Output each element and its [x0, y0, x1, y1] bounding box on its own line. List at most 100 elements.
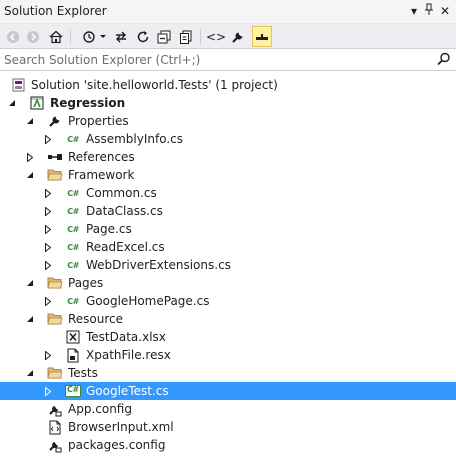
solution-tree: Solution 'site.helloworld.Tests' (1 proj… — [0, 76, 456, 457]
collapsed-arrow-icon[interactable] — [42, 220, 54, 238]
csharp-file-icon: C# — [65, 383, 81, 399]
tree-item-file[interactable]: XpathFile.resx — [0, 346, 456, 364]
expanded-arrow-icon[interactable] — [6, 94, 18, 112]
xml-file-icon — [47, 419, 63, 435]
collapse-all-icon[interactable] — [155, 27, 173, 46]
tree-item-label: Page.cs — [86, 222, 132, 236]
tree-item-label: GoogleHomePage.cs — [86, 294, 210, 308]
csharp-file-icon: C# — [67, 134, 79, 144]
tree-item-file[interactable]: packages.config — [0, 436, 456, 454]
excel-file-icon — [65, 329, 81, 345]
tree-item-folder[interactable]: Framework — [0, 166, 456, 184]
toolbar: <> — [0, 24, 456, 49]
filter-dropdown-icon[interactable] — [100, 35, 106, 38]
tree-item-file[interactable]: C# WebDriverExtensions.cs — [0, 256, 456, 274]
toolbar-separator — [70, 29, 71, 44]
tree-item-label: Common.cs — [86, 186, 157, 200]
tree-item-file[interactable]: C# DataClass.cs — [0, 202, 456, 220]
panel-title: Solution Explorer — [4, 4, 107, 18]
config-file-icon — [47, 437, 63, 453]
folder-open-icon — [47, 365, 63, 381]
tree-item-label: DataClass.cs — [86, 204, 163, 218]
pin-icon[interactable] — [421, 3, 437, 19]
csharp-file-icon: C# — [67, 188, 79, 198]
collapsed-arrow-icon[interactable] — [42, 382, 54, 400]
search-input[interactable]: Search Solution Explorer (Ctrl+;) — [4, 53, 200, 67]
properties-icon[interactable] — [229, 27, 247, 46]
close-icon[interactable]: ✕ — [437, 3, 453, 19]
search-box[interactable]: Search Solution Explorer (Ctrl+;) — [0, 49, 456, 71]
solution-icon — [11, 77, 27, 93]
tree-item-folder[interactable]: Tests — [0, 364, 456, 382]
show-all-files-icon[interactable] — [177, 27, 195, 46]
tree-item-label: XpathFile.resx — [86, 348, 171, 362]
tree-item-file[interactable]: C# Common.cs — [0, 184, 456, 202]
collapsed-arrow-icon[interactable] — [42, 184, 54, 202]
collapsed-arrow-icon[interactable] — [24, 148, 36, 166]
toolbar-separator — [200, 29, 201, 44]
csharp-file-icon: C# — [67, 296, 79, 306]
home-icon[interactable] — [47, 27, 65, 46]
collapsed-arrow-icon[interactable] — [42, 130, 54, 148]
preview-selected-items-icon[interactable] — [252, 26, 272, 47]
tree-item-label: AssemblyInfo.cs — [86, 132, 184, 146]
wrench-icon — [47, 113, 63, 129]
collapsed-arrow-icon[interactable] — [42, 256, 54, 274]
view-code-icon[interactable]: <> — [206, 27, 226, 46]
tree-item-label: TestData.xlsx — [86, 330, 166, 344]
tree-item-label: Regression — [50, 96, 126, 110]
tree-item-file[interactable]: C# Page.cs — [0, 220, 456, 238]
tree-item-properties[interactable]: Properties — [0, 112, 456, 130]
tree-item-solution[interactable]: Solution 'site.helloworld.Tests' (1 proj… — [0, 76, 456, 94]
tree-item-folder[interactable]: Pages — [0, 274, 456, 292]
tree-item-label: Resource — [68, 312, 124, 326]
back-icon[interactable] — [4, 27, 22, 46]
tree-item-project[interactable]: Regression — [0, 94, 456, 112]
forward-icon[interactable] — [24, 27, 42, 46]
tree-item-label: Pages — [68, 276, 104, 290]
tree-item-file-selected[interactable]: C# GoogleTest.cs — [0, 382, 456, 400]
expanded-arrow-icon[interactable] — [24, 310, 36, 328]
tree-item-label: Framework — [68, 168, 135, 182]
folder-open-icon — [47, 311, 63, 327]
expanded-arrow-icon[interactable] — [24, 364, 36, 382]
tree-item-label: Tests — [68, 366, 98, 380]
collapsed-arrow-icon[interactable] — [42, 292, 54, 310]
tree-item-label: References — [68, 150, 135, 164]
config-file-icon — [47, 401, 63, 417]
csharp-file-icon: C# — [67, 242, 79, 252]
window-position-dropdown-icon[interactable]: ▾ — [406, 3, 422, 19]
title-bar: Solution Explorer ▾ ✕ — [0, 0, 456, 24]
pending-changes-filter-icon[interactable] — [80, 27, 98, 46]
tree-item-label: ReadExcel.cs — [86, 240, 165, 254]
csharp-file-icon: C# — [67, 224, 79, 234]
tree-item-file[interactable]: C# AssemblyInfo.cs — [0, 130, 456, 148]
tree-item-file[interactable]: TestData.xlsx — [0, 328, 456, 346]
folder-open-icon — [47, 167, 63, 183]
tree-item-folder[interactable]: Resource — [0, 310, 456, 328]
collapsed-arrow-icon[interactable] — [42, 238, 54, 256]
tree-item-label: BrowserInput.xml — [68, 420, 174, 434]
tree-item-label: packages.config — [68, 438, 166, 452]
tree-item-references[interactable]: References — [0, 148, 456, 166]
test-project-icon — [29, 95, 45, 111]
collapsed-arrow-icon[interactable] — [42, 202, 54, 220]
tree-item-label: GoogleTest.cs — [86, 384, 169, 398]
search-icon[interactable] — [436, 51, 452, 67]
tree-item-label: Solution 'site.helloworld.Tests' (1 proj… — [31, 78, 278, 92]
expanded-arrow-icon[interactable] — [24, 274, 36, 292]
refresh-icon[interactable] — [134, 27, 152, 46]
expanded-arrow-icon[interactable] — [24, 112, 36, 130]
expanded-arrow-icon[interactable] — [24, 166, 36, 184]
tree-item-file[interactable]: C# ReadExcel.cs — [0, 238, 456, 256]
tree-item-label: App.config — [68, 402, 132, 416]
tree-item-file[interactable]: BrowserInput.xml — [0, 418, 456, 436]
resx-file-icon — [65, 347, 81, 363]
sync-with-active-document-icon[interactable] — [112, 27, 130, 46]
tree-item-file[interactable]: C# GoogleHomePage.cs — [0, 292, 456, 310]
collapsed-arrow-icon[interactable] — [42, 346, 54, 364]
csharp-file-icon: C# — [67, 260, 79, 270]
csharp-file-icon: C# — [67, 206, 79, 216]
tree-item-file[interactable]: App.config — [0, 400, 456, 418]
folder-open-icon — [47, 275, 63, 291]
